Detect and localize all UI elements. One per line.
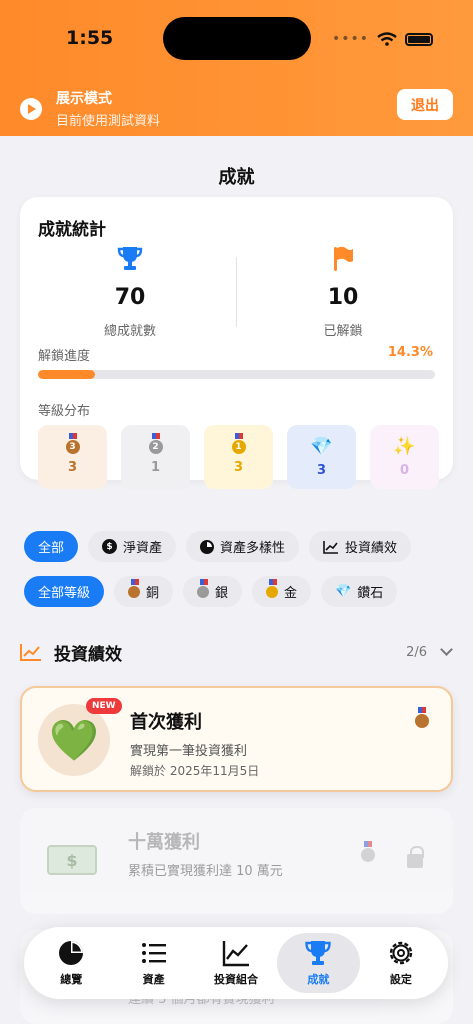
- total-label: 總成就數: [103, 324, 156, 339]
- filter-diamond[interactable]: 💎 鑽石: [321, 576, 398, 607]
- demo-subtitle: 目前使用測試資料: [56, 114, 161, 129]
- filter-all-tiers[interactable]: 全部等級: [24, 576, 105, 607]
- dollar-icon: $: [102, 539, 118, 554]
- tier-diamond: 💎 3: [287, 425, 356, 489]
- green-heart-icon: 💚: [49, 717, 99, 764]
- tab-bar: 總覽 資產 投資組合 成就 設定: [24, 927, 448, 999]
- progress-value: 14.3%: [387, 345, 433, 360]
- silver-medal-icon: 2: [148, 432, 163, 454]
- bronze-medal-icon: 3: [65, 432, 80, 454]
- tier-filter-row: 全部等級 銅 銀 金 💎 鑽石: [24, 576, 398, 607]
- trophy-icon: [305, 941, 332, 965]
- tab-overview[interactable]: 總覽: [30, 933, 112, 993]
- tab-assets[interactable]: 資產: [112, 933, 194, 993]
- demo-mode-row: 展示模式 目前使用測試資料: [20, 88, 160, 129]
- filter-gold[interactable]: 金: [252, 576, 312, 607]
- tier-legendary: ✨ 0: [370, 425, 439, 489]
- status-time: 1:55: [66, 27, 114, 49]
- pie-chart-icon: [200, 539, 215, 554]
- filter-diversity[interactable]: 資產多樣性: [186, 531, 300, 562]
- achievement-title: 十萬獲利: [128, 832, 200, 853]
- battery-icon: [405, 32, 433, 46]
- section-header[interactable]: 投資績效 2/6: [20, 640, 453, 665]
- filter-silver[interactable]: 銀: [183, 576, 243, 607]
- filter-all[interactable]: 全部: [24, 531, 79, 562]
- gold-medal-icon: [266, 578, 279, 598]
- demo-title: 展示模式: [56, 91, 112, 107]
- tier-count: 3: [316, 462, 327, 478]
- gear-icon: [389, 941, 413, 965]
- signal-icon: ••••: [331, 31, 369, 47]
- list-icon: [141, 943, 166, 963]
- trophy-icon: [117, 247, 143, 270]
- total-count: 70: [114, 285, 146, 310]
- sparkle-icon: ✨: [393, 435, 416, 457]
- stats-divider: [236, 257, 237, 327]
- tab-settings[interactable]: 設定: [360, 933, 442, 993]
- tier-count: 1: [150, 459, 161, 475]
- progress-fill: [38, 370, 95, 379]
- total-achievements: 70 總成就數: [40, 245, 220, 339]
- achievement-icon-bg: 💚: [38, 704, 110, 776]
- chevron-down-icon[interactable]: [440, 643, 453, 656]
- category-filter-row: 全部 $ 淨資產 資產多樣性 投資績效: [24, 531, 412, 562]
- tier-bronze: 3 3: [38, 425, 107, 489]
- tab-portfolio[interactable]: 投資組合: [195, 933, 277, 993]
- play-icon: [20, 97, 42, 120]
- gold-medal-icon: 1: [231, 432, 246, 454]
- unlocked-count: 10: [327, 285, 359, 310]
- pie-chart-icon: [59, 941, 84, 965]
- achievement-date: 解鎖於 2025年11月5日: [130, 764, 260, 778]
- line-chart-icon: [222, 941, 250, 967]
- filter-net-worth[interactable]: $ 淨資產: [88, 531, 177, 562]
- achievement-card[interactable]: 💚 NEW 首次獲利 實現第一筆投資獲利 解鎖於 2025年11月5日: [20, 686, 453, 792]
- achievement-description: 累積已實現獲利達 10 萬元: [128, 864, 283, 879]
- demo-header: 1:55 •••• 展示模式 目前使用測試資料 退出: [0, 0, 473, 136]
- silver-medal-icon: [361, 841, 375, 862]
- section-count: 2/6: [406, 644, 427, 660]
- tier-silver: 2 1: [121, 425, 190, 489]
- bronze-medal-icon: [128, 578, 141, 598]
- achievement-description: 實現第一筆投資獲利: [130, 744, 248, 759]
- tier-distribution-label: 等級分布: [38, 404, 91, 419]
- stats-title: 成就統計: [38, 220, 106, 240]
- progress-bar: [38, 370, 435, 379]
- dynamic-island: [163, 17, 311, 60]
- diamond-icon: 💎: [310, 435, 333, 457]
- tab-achievements[interactable]: 成就: [277, 933, 360, 993]
- achievement-card-locked[interactable]: $ 十萬獲利 累積已實現獲利達 10 萬元: [20, 808, 453, 914]
- diamond-icon: 💎: [335, 584, 352, 599]
- silver-medal-icon: [197, 578, 210, 598]
- line-chart-icon: [20, 644, 41, 661]
- tier-count: 3: [233, 459, 244, 475]
- wifi-icon: [377, 32, 397, 46]
- achievement-title: 首次獲利: [130, 712, 202, 733]
- flag-icon: [334, 246, 353, 271]
- unlocked-achievements: 10 已解鎖: [253, 245, 433, 339]
- status-icons: ••••: [332, 31, 433, 47]
- achievement-icon-bg: $: [36, 824, 108, 896]
- progress-label: 解鎖進度: [38, 349, 91, 364]
- tier-distribution: 3 3 2 1 1 3 💎 3 ✨ 0: [38, 425, 439, 489]
- new-badge: NEW: [86, 698, 122, 714]
- filter-performance[interactable]: 投資績效: [309, 531, 412, 562]
- unlocked-label: 已解鎖: [323, 324, 363, 339]
- tier-gold: 1 3: [204, 425, 273, 489]
- bronze-medal-icon: [415, 707, 429, 728]
- lock-icon: [407, 846, 424, 868]
- line-chart-icon: [323, 540, 339, 554]
- tier-count: 3: [67, 459, 78, 475]
- stats-card: 成就統計 70 總成就數 10 已解鎖 解鎖進度 14.3% 等級分布 3 3 …: [20, 197, 453, 489]
- exit-demo-button[interactable]: 退出: [397, 89, 453, 120]
- page-title: 成就: [218, 167, 255, 188]
- tier-count: 0: [399, 462, 410, 478]
- section-title: 投資績效: [54, 644, 122, 665]
- cash-icon: $: [47, 845, 97, 875]
- filter-bronze[interactable]: 銅: [114, 576, 174, 607]
